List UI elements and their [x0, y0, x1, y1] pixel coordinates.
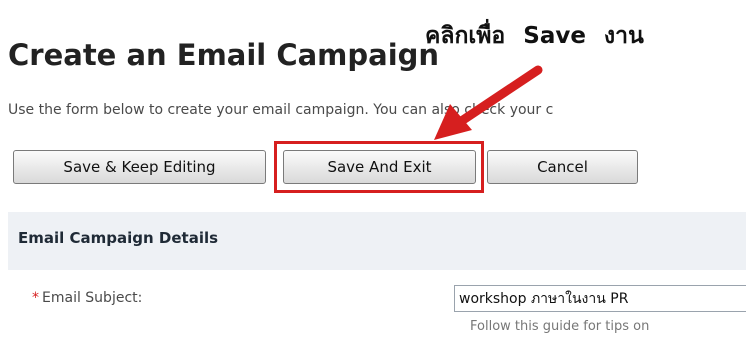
section-title: Email Campaign Details [18, 229, 219, 247]
save-and-exit-button[interactable]: Save And Exit [283, 150, 476, 184]
page-title: Create an Email Campaign [8, 38, 440, 72]
page-subtitle: Use the form below to create your email … [8, 102, 554, 118]
annotation-text: คลิกเพื่อ Save งาน [425, 23, 644, 49]
email-subject-label-text: Email Subject: [42, 290, 143, 306]
subject-help-text: Follow this guide for tips on [470, 319, 650, 334]
email-subject-label: * Email Subject: [32, 290, 142, 306]
email-subject-field[interactable] [454, 285, 746, 312]
cancel-button[interactable]: Cancel [487, 150, 638, 184]
save-keep-editing-button[interactable]: Save & Keep Editing [13, 150, 266, 184]
required-marker: * [32, 290, 39, 306]
page: คลิกเพื่อ Save งาน Create an Email Campa… [0, 0, 746, 339]
